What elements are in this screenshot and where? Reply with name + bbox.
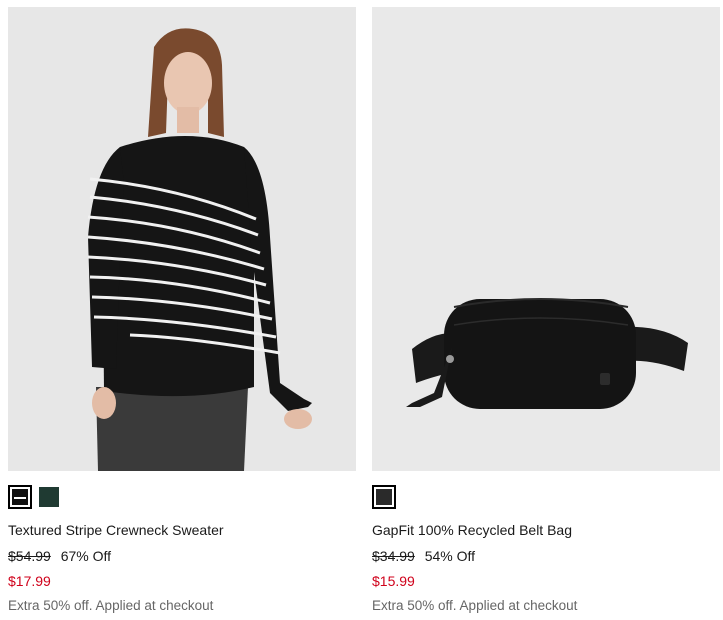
sale-price: $15.99 [372, 573, 415, 589]
original-price: $34.99 [372, 548, 415, 564]
product-name[interactable]: Textured Stripe Crewneck Sweater [8, 520, 356, 540]
product-image-belt-bag[interactable] [372, 7, 720, 471]
swatch-chip [39, 487, 59, 507]
swatch-black[interactable] [372, 485, 396, 509]
promo-text: Extra 50% off. Applied at checkout [8, 598, 214, 613]
sale-price: $17.99 [8, 573, 51, 589]
swatch-black-stripe[interactable] [8, 485, 32, 509]
product-image-sweater[interactable] [8, 7, 356, 471]
discount-label: 67% Off [60, 548, 112, 564]
belt-bag-photo [372, 7, 720, 471]
discount-label: 54% Off [424, 548, 476, 564]
product-name[interactable]: GapFit 100% Recycled Belt Bag [372, 520, 720, 540]
product-card-sweater: Textured Stripe Crewneck Sweater $54.99 … [8, 7, 356, 616]
swatch-chip [376, 489, 392, 505]
original-price: $54.99 [8, 548, 51, 564]
product-card-belt-bag: GapFit 100% Recycled Belt Bag $34.99 54%… [372, 7, 720, 616]
color-swatches [8, 483, 356, 511]
promo-text: Extra 50% off. Applied at checkout [372, 598, 578, 613]
price-row: $54.99 67% Off [8, 546, 356, 566]
swatch-chip [12, 489, 28, 505]
price-row: $34.99 54% Off [372, 546, 720, 566]
color-swatches [372, 483, 720, 511]
swatch-green[interactable] [39, 487, 59, 507]
sweater-photo [8, 7, 356, 471]
